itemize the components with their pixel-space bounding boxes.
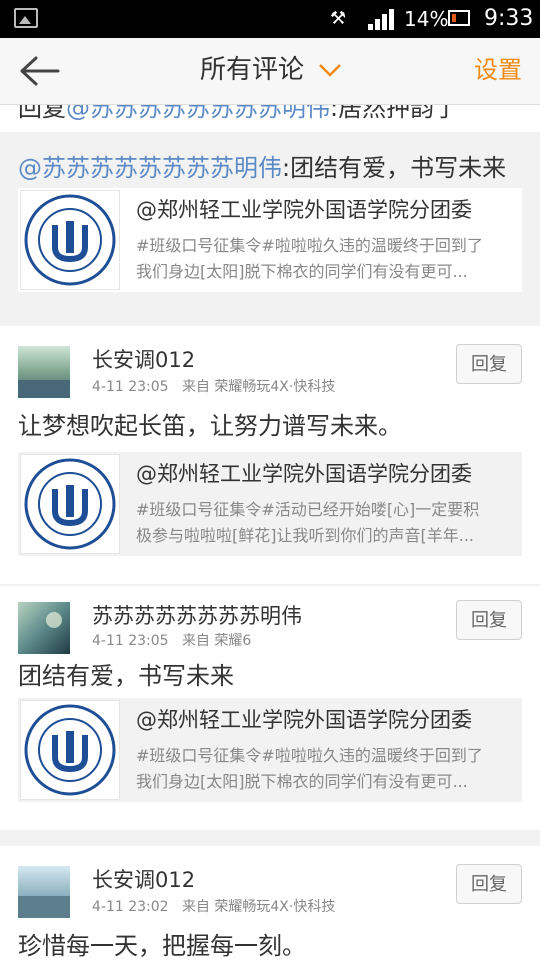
org-logo bbox=[20, 190, 120, 290]
clock: 9:33 bbox=[484, 6, 534, 31]
signal-icon bbox=[368, 8, 396, 30]
username[interactable]: 长安调012 bbox=[92, 864, 195, 894]
comment-list: 回复@苏苏苏苏苏苏苏苏明伟:居然押韵了 @苏苏苏苏苏苏苏苏明伟:团结有爱，书写未… bbox=[0, 104, 540, 960]
comment-card[interactable]: 长安调012 4-11 23:02 来自 荣耀畅玩4X·快科技 回复 珍惜每一天… bbox=[0, 846, 540, 960]
battery-icon bbox=[448, 10, 470, 26]
avatar[interactable] bbox=[18, 602, 70, 654]
quoted-post[interactable]: @郑州轻工业学院外国语学院分团委 #班级口号征集令#活动已经开始喽[心]一定要积… bbox=[18, 452, 522, 556]
back-arrow-icon[interactable] bbox=[20, 56, 60, 86]
quoted-post-text: #班级口号征集令#活动已经开始喽[心]一定要积 bbox=[136, 500, 480, 519]
reply-button[interactable]: 回复 bbox=[456, 600, 522, 640]
avatar[interactable] bbox=[18, 346, 70, 398]
comment-meta: 4-11 23:05 来自 荣耀畅玩4X·快科技 bbox=[92, 379, 336, 395]
org-logo bbox=[20, 454, 120, 554]
vibrate-icon: ⚒ bbox=[330, 8, 347, 29]
org-logo bbox=[20, 700, 120, 800]
status-bar: ⚒ 14% 9:33 bbox=[0, 0, 540, 38]
mention-link[interactable]: @苏苏苏苏苏苏苏苏明伟 bbox=[18, 154, 282, 182]
chevron-down-icon[interactable] bbox=[318, 62, 342, 78]
gallery-icon bbox=[14, 8, 38, 28]
app-header: 所有评论 设置 bbox=[0, 38, 540, 105]
comment-meta: 4-11 23:02 来自 荣耀畅玩4X·快科技 bbox=[92, 899, 336, 915]
reply-context: @苏苏苏苏苏苏苏苏明伟:团结有爱，书写未来 @郑州轻工业学院外国语学院分团委 #… bbox=[0, 132, 540, 310]
comment-text: 珍惜每一天，把握每一刻。 bbox=[18, 932, 306, 960]
quoted-post[interactable]: @郑州轻工业学院外国语学院分团委 #班级口号征集令#啦啦啦久违的温暖终于回到了 … bbox=[18, 188, 522, 292]
username[interactable]: 苏苏苏苏苏苏苏苏明伟 bbox=[92, 600, 302, 630]
comment-card[interactable]: 长安调012 4-11 23:05 来自 荣耀畅玩4X·快科技 回复 让梦想吹起… bbox=[0, 326, 540, 584]
quoted-post-text: #班级口号征集令#啦啦啦久违的温暖终于回到了 bbox=[136, 236, 483, 255]
quoted-post-author: @郑州轻工业学院外国语学院分团委 bbox=[136, 462, 472, 486]
reply-text: @苏苏苏苏苏苏苏苏明伟:团结有爱，书写未来 bbox=[18, 154, 507, 182]
settings-button[interactable]: 设置 bbox=[474, 52, 522, 88]
avatar[interactable] bbox=[18, 866, 70, 918]
comment-text: 团结有爱，书写未来 bbox=[18, 662, 234, 690]
quoted-post-text: 我们身边[太阳]脱下棉衣的同学们有没有更可... bbox=[136, 262, 468, 281]
quoted-post-text: #班级口号征集令#啦啦啦久违的温暖终于回到了 bbox=[136, 746, 483, 765]
comment-text: 让梦想吹起长笛，让努力谱写未来。 bbox=[18, 412, 402, 440]
reply-button[interactable]: 回复 bbox=[456, 864, 522, 904]
comment-card[interactable]: 苏苏苏苏苏苏苏苏明伟 4-11 23:05 来自 荣耀6 回复 团结有爱，书写未… bbox=[0, 586, 540, 830]
quoted-post-text: 极参与啦啦啦[鲜花]让我听到你们的声音[羊年... bbox=[136, 526, 474, 545]
quoted-post-text: 我们身边[太阳]脱下棉衣的同学们有没有更可... bbox=[136, 772, 468, 791]
username[interactable]: 长安调012 bbox=[92, 344, 195, 374]
comment-meta: 4-11 23:05 来自 荣耀6 bbox=[92, 633, 252, 649]
battery-percent: 14% bbox=[404, 7, 449, 31]
comment-card[interactable]: 回复@苏苏苏苏苏苏苏苏明伟:居然押韵了 @苏苏苏苏苏苏苏苏明伟:团结有爱，书写未… bbox=[0, 104, 540, 310]
reply-button[interactable]: 回复 bbox=[456, 344, 522, 384]
comment-text: 回复@苏苏苏苏苏苏苏苏明伟:居然押韵了 bbox=[18, 104, 459, 122]
quoted-post-author: @郑州轻工业学院外国语学院分团委 bbox=[136, 198, 472, 222]
quoted-post[interactable]: @郑州轻工业学院外国语学院分团委 #班级口号征集令#啦啦啦久违的温暖终于回到了 … bbox=[18, 698, 522, 802]
page-title[interactable]: 所有评论 bbox=[200, 52, 304, 88]
quoted-post-author: @郑州轻工业学院外国语学院分团委 bbox=[136, 708, 472, 732]
